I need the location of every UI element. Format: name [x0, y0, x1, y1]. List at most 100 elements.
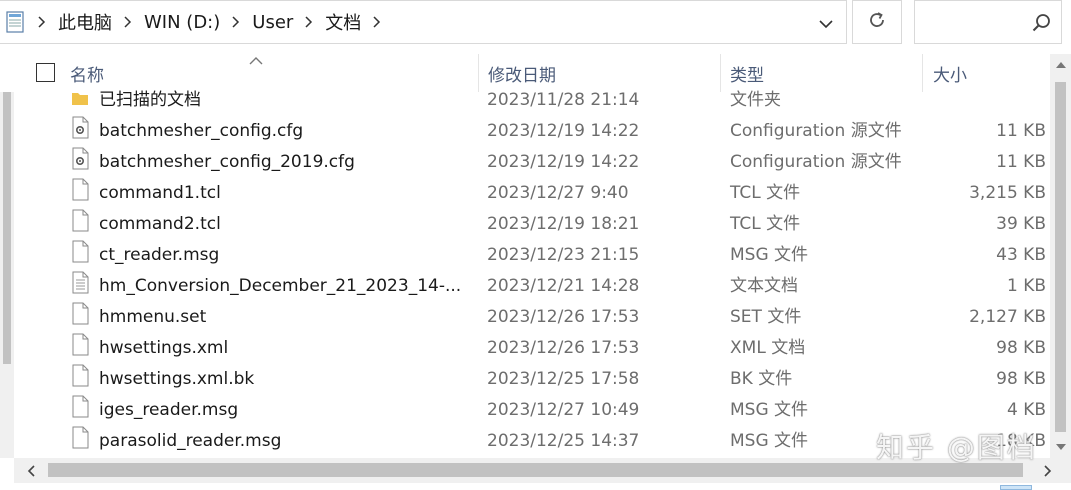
file-name[interactable]: hwsettings.xml	[99, 333, 228, 364]
file-row[interactable]: ct_reader.msg 2023/12/23 21:15 MSG 文件 43 KB	[0, 240, 1050, 271]
file-size: 39 KB	[996, 214, 1046, 234]
scrollbar-thumb[interactable]	[1055, 82, 1066, 432]
watermark: 知乎 @图档	[876, 431, 1037, 464]
file-row[interactable]: hmmenu.set 2023/12/26 17:53 SET 文件 2,127 KB	[0, 302, 1050, 333]
scroll-left-arrow-icon[interactable]	[20, 458, 42, 483]
search-input[interactable]	[921, 7, 1021, 37]
file-size: 43 KB	[996, 245, 1046, 265]
file-icon	[70, 302, 90, 333]
file-name[interactable]: hwsettings.xml.bk	[99, 364, 254, 395]
file-modified-date: 2023/12/26 17:53	[487, 307, 640, 327]
folder-icon	[70, 86, 90, 116]
scroll-right-arrow-icon[interactable]	[1037, 458, 1059, 483]
toolbar: 此电脑 WIN (D:) User 文档	[0, 0, 1071, 46]
file-type: BK 文件	[730, 369, 793, 389]
file-type: Configuration 源文件	[730, 152, 902, 172]
config-file-icon	[70, 116, 90, 147]
file-type: TCL 文件	[730, 183, 801, 203]
file-icon	[70, 240, 90, 271]
breadcrumb-this-pc[interactable]: 此电脑	[54, 9, 116, 35]
file-icon	[70, 426, 90, 457]
search-icon[interactable]	[1031, 12, 1053, 34]
breadcrumb-chevron-icon[interactable]	[297, 16, 321, 28]
file-modified-date: 2023/12/27 9:40	[487, 183, 629, 203]
file-size: 98 KB	[996, 338, 1046, 358]
address-history-dropdown[interactable]	[812, 1, 840, 45]
file-name[interactable]: command1.tcl	[99, 178, 221, 209]
breadcrumb-chevron-icon[interactable]	[365, 16, 389, 28]
breadcrumb-chevron-icon[interactable]	[116, 16, 140, 28]
file-size: 4 KB	[1006, 400, 1046, 420]
file-icon	[70, 178, 90, 209]
file-name[interactable]: batchmesher_config.cfg	[99, 116, 303, 147]
file-row[interactable]: hm_Conversion_December_21_2023_14-... 202…	[0, 271, 1050, 302]
breadcrumb-user[interactable]: User	[248, 12, 297, 33]
file-modified-date: 2023/12/25 17:58	[487, 369, 640, 389]
file-size: 11 KB	[996, 121, 1046, 141]
file-list: 已扫描的文档 2023/11/28 21:14 文件夹 batchmesher_con…	[0, 86, 1050, 458]
file-type: XML 文档	[730, 338, 806, 358]
file-row[interactable]: hwsettings.xml.bk 2023/12/25 17:58 BK 文件 98…	[0, 364, 1050, 395]
file-modified-date: 2023/12/19 14:22	[487, 152, 640, 172]
file-modified-date: 2023/11/28 21:14	[487, 90, 640, 110]
status-strip	[0, 483, 1071, 490]
file-row[interactable]: hwsettings.xml 2023/12/26 17:53 XML 文档 98 K…	[0, 333, 1050, 364]
address-bar[interactable]: 此电脑 WIN (D:) User 文档	[0, 0, 847, 44]
documents-location-icon	[0, 0, 30, 44]
file-icon	[70, 395, 90, 426]
column-header-size-label: 大小	[933, 65, 967, 86]
file-type: Configuration 源文件	[730, 121, 902, 141]
file-icon	[70, 333, 90, 364]
chevron-down-icon	[819, 14, 833, 33]
config-file-icon	[70, 147, 90, 178]
file-type: MSG 文件	[730, 400, 809, 420]
refresh-button[interactable]	[852, 0, 902, 44]
file-modified-date: 2023/12/26 17:53	[487, 338, 640, 358]
file-size: 1 KB	[1006, 276, 1046, 296]
scroll-down-arrow-icon[interactable]	[1050, 436, 1071, 458]
file-icon	[70, 364, 90, 395]
file-row[interactable]: batchmesher_config.cfg 2023/12/19 14:22 Co…	[0, 116, 1050, 147]
select-all-checkbox[interactable]	[36, 63, 55, 82]
file-size: 98 KB	[996, 369, 1046, 389]
file-name[interactable]: ct_reader.msg	[99, 240, 219, 271]
text-file-icon	[70, 271, 90, 302]
file-type: TCL 文件	[730, 214, 801, 234]
file-type: 文件夹	[730, 90, 781, 110]
file-modified-date: 2023/12/21 14:28	[487, 276, 640, 296]
breadcrumb-documents[interactable]: 文档	[321, 9, 365, 35]
file-name[interactable]: hm_Conversion_December_21_2023_14-...	[99, 271, 461, 302]
search-box[interactable]	[914, 0, 1062, 44]
column-header-date-label: 修改日期	[488, 65, 556, 86]
column-header-name-label: 名称	[70, 65, 104, 86]
file-size: 3,215 KB	[969, 183, 1046, 203]
file-name[interactable]: parasolid_reader.msg	[99, 426, 281, 457]
file-modified-date: 2023/12/27 10:49	[487, 400, 640, 420]
file-row[interactable]: command2.tcl 2023/12/19 18:21 TCL 文件 39 KB	[0, 209, 1050, 240]
file-name[interactable]: command2.tcl	[99, 209, 221, 240]
scroll-up-arrow-icon[interactable]	[1050, 54, 1071, 76]
file-list-vertical-scrollbar[interactable]	[1050, 54, 1071, 458]
file-icon	[70, 209, 90, 240]
file-modified-date: 2023/12/23 21:15	[487, 245, 640, 265]
file-row[interactable]: iges_reader.msg 2023/12/27 10:49 MSG 文件 4 K…	[0, 395, 1050, 426]
column-header-type-label: 类型	[730, 65, 764, 86]
file-row[interactable]: 已扫描的文档 2023/11/28 21:14 文件夹	[0, 86, 1050, 116]
file-row[interactable]: command1.tcl 2023/12/27 9:40 TCL 文件 3,215 K…	[0, 178, 1050, 209]
view-toggle-button[interactable]	[1000, 485, 1032, 490]
file-size: 2,127 KB	[969, 307, 1046, 327]
file-type: 文本文档	[730, 276, 798, 296]
file-name[interactable]: 已扫描的文档	[99, 86, 201, 116]
file-row[interactable]: batchmesher_config_2019.cfg 2023/12/19 14…	[0, 147, 1050, 178]
file-type: MSG 文件	[730, 431, 809, 451]
file-name[interactable]: iges_reader.msg	[99, 395, 238, 426]
file-size: 11 KB	[996, 152, 1046, 172]
file-size	[880, 86, 1046, 116]
file-type: SET 文件	[730, 307, 802, 327]
file-name[interactable]: hmmenu.set	[99, 302, 206, 333]
breadcrumb-drive[interactable]: WIN (D:)	[140, 12, 224, 33]
refresh-icon	[867, 10, 887, 34]
breadcrumb-chevron-icon[interactable]	[224, 16, 248, 28]
file-name[interactable]: batchmesher_config_2019.cfg	[99, 147, 355, 178]
breadcrumb-chevron-icon[interactable]	[30, 16, 54, 28]
